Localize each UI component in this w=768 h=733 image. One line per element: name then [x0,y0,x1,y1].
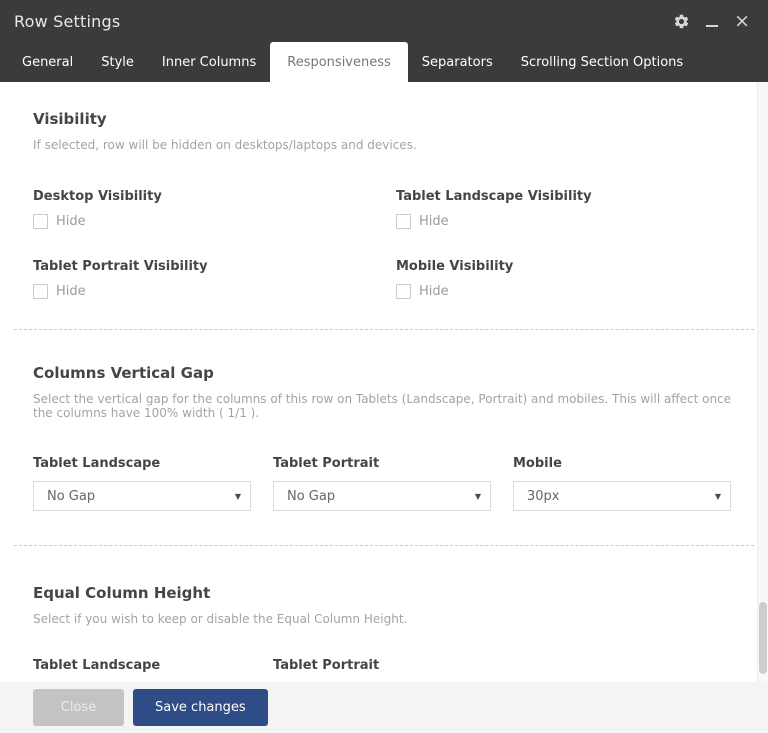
desktop-hide-checkbox-row[interactable]: Hide [33,214,396,229]
desktop-visibility-label: Desktop Visibility [33,189,396,204]
visibility-grid: Desktop Visibility Hide Tablet Landscape… [33,189,735,299]
gap-mobile-label: Mobile [513,456,731,471]
tablet-landscape-hide-label: Hide [419,214,449,229]
field-tablet-landscape-visibility: Tablet Landscape Visibility Hide [396,189,735,229]
chevron-down-icon: ▼ [235,492,241,501]
gear-icon[interactable] [673,13,690,30]
mobile-hide-checkbox-row[interactable]: Hide [396,284,735,299]
mobile-hide-checkbox[interactable] [396,284,411,299]
gap-tablet-portrait-select[interactable]: No Gap ▼ [273,481,491,511]
mobile-visibility-label: Mobile Visibility [396,259,735,274]
titlebar: Row Settings × [0,0,768,42]
tab-scrolling-section-options[interactable]: Scrolling Section Options [507,45,697,82]
tablet-landscape-hide-checkbox[interactable] [396,214,411,229]
dashed-divider [14,329,754,330]
tab-separators[interactable]: Separators [408,45,507,82]
visibility-title: Visibility [33,110,735,128]
tablet-landscape-hide-checkbox-row[interactable]: Hide [396,214,735,229]
chevron-down-icon: ▼ [475,492,481,501]
columns-vertical-gap-description: Select the vertical gap for the columns … [33,392,735,420]
tablet-portrait-visibility-label: Tablet Portrait Visibility [33,259,396,274]
tab-responsiveness[interactable]: Responsiveness [270,42,408,82]
titlebar-controls: × [673,12,750,31]
field-desktop-visibility: Desktop Visibility Hide [33,189,396,229]
field-gap-tablet-portrait: Tablet Portrait No Gap ▼ [273,456,491,511]
gap-tablet-portrait-value: No Gap [287,489,335,504]
tablet-portrait-hide-label: Hide [56,284,86,299]
equal-column-height-grid: Tablet Landscape Tablet Portrait [33,658,735,673]
tablet-landscape-visibility-label: Tablet Landscape Visibility [396,189,735,204]
tab-panel-responsiveness: Visibility If selected, row will be hidd… [0,82,768,682]
equal-column-height-title: Equal Column Height [33,584,735,602]
dashed-divider [14,545,754,546]
section-visibility: Visibility If selected, row will be hidd… [33,82,735,299]
section-equal-column-height: Equal Column Height Select if you wish t… [33,584,735,673]
field-gap-mobile: Mobile 30px ▼ [513,456,731,511]
visibility-description: If selected, row will be hidden on deskt… [33,138,735,152]
minimize-icon[interactable] [706,16,718,27]
desktop-hide-label: Hide [56,214,86,229]
gap-tablet-portrait-label: Tablet Portrait [273,456,491,471]
ech-tablet-portrait-label: Tablet Portrait [273,658,735,673]
gap-tablet-landscape-value: No Gap [47,489,95,504]
section-columns-vertical-gap: Columns Vertical Gap Select the vertical… [33,364,735,511]
gap-mobile-value: 30px [527,489,560,504]
tab-general[interactable]: General [8,45,87,82]
vertical-scrollbar-track[interactable] [757,82,768,682]
mobile-hide-label: Hide [419,284,449,299]
vertical-gap-grid: Tablet Landscape No Gap ▼ Tablet Portrai… [33,456,735,511]
dialog-title: Row Settings [14,12,120,31]
field-mobile-visibility: Mobile Visibility Hide [396,259,735,299]
tab-inner-columns[interactable]: Inner Columns [148,45,270,82]
tablet-portrait-hide-checkbox-row[interactable]: Hide [33,284,396,299]
dialog-footer: Close Save changes [0,682,768,733]
equal-column-height-description: Select if you wish to keep or disable th… [33,612,735,626]
row-settings-dialog: Row Settings × General Style Inner Colum… [0,0,768,733]
gap-tablet-landscape-select[interactable]: No Gap ▼ [33,481,251,511]
desktop-hide-checkbox[interactable] [33,214,48,229]
ech-tablet-landscape-label: Tablet Landscape [33,658,273,673]
tabbar: General Style Inner Columns Responsivene… [0,42,768,82]
gap-tablet-landscape-label: Tablet Landscape [33,456,251,471]
field-tablet-portrait-visibility: Tablet Portrait Visibility Hide [33,259,396,299]
columns-vertical-gap-title: Columns Vertical Gap [33,364,735,382]
chevron-down-icon: ▼ [715,492,721,501]
tab-style[interactable]: Style [87,45,148,82]
gap-mobile-select[interactable]: 30px ▼ [513,481,731,511]
vertical-scrollbar-thumb[interactable] [759,602,767,674]
close-icon[interactable]: × [734,12,750,31]
tablet-portrait-hide-checkbox[interactable] [33,284,48,299]
field-gap-tablet-landscape: Tablet Landscape No Gap ▼ [33,456,251,511]
save-changes-button[interactable]: Save changes [133,689,268,726]
close-button[interactable]: Close [33,689,124,726]
